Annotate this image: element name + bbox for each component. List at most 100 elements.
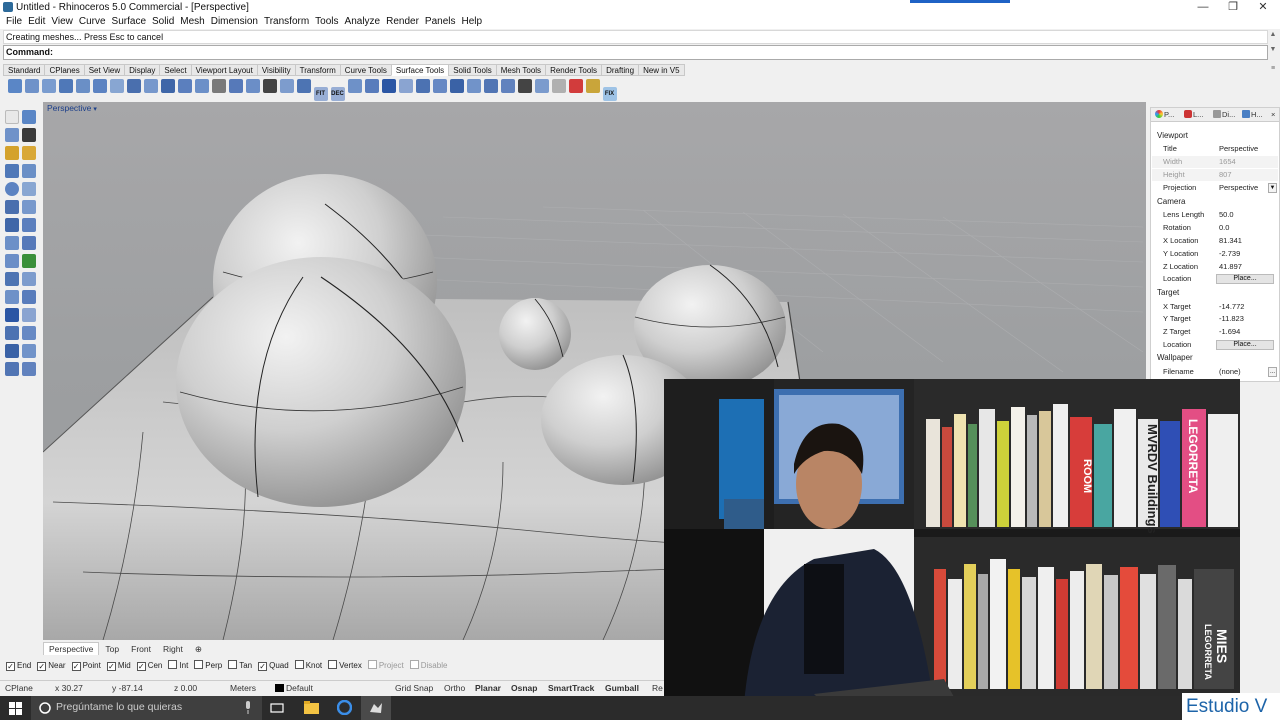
restore-button[interactable]: ❐ — [1218, 0, 1248, 15]
gumball-toggle[interactable]: Gumball — [605, 682, 639, 694]
fit-surface-icon[interactable]: FIT — [313, 87, 328, 101]
chamfer-icon[interactable] — [22, 236, 36, 250]
osnap-point[interactable]: ✓ Point — [71, 658, 101, 674]
mesh-sphere-icon[interactable] — [22, 218, 36, 232]
menu-analyze[interactable]: Analyze — [345, 15, 381, 29]
join-icon[interactable] — [517, 79, 532, 93]
title-field[interactable]: Perspective — [1219, 143, 1258, 155]
taskbar-search[interactable]: Pregúntame lo que quieras — [31, 696, 262, 720]
rotate-icon[interactable] — [5, 290, 19, 304]
wallpaper-filename-field[interactable]: (none) — [1219, 366, 1241, 378]
fillet-surface-icon[interactable] — [194, 79, 209, 93]
rectangle-icon[interactable] — [5, 164, 19, 178]
tab-render-tools[interactable]: Render Tools — [545, 64, 603, 76]
z-location-field[interactable]: 41.897 — [1219, 261, 1242, 273]
menu-panels[interactable]: Panels — [425, 15, 456, 29]
menu-view[interactable]: View — [51, 15, 73, 29]
layer-color-swatch[interactable] — [275, 684, 284, 692]
polyline-icon[interactable] — [5, 128, 19, 142]
tab-new-in-v5[interactable]: New in V5 — [638, 64, 685, 76]
menu-edit[interactable]: Edit — [28, 15, 45, 29]
tab-perspective[interactable]: Perspective — [43, 642, 100, 655]
polygon-icon[interactable] — [22, 164, 36, 178]
rhino-taskbar-button[interactable] — [361, 696, 391, 720]
point-icon[interactable] — [22, 110, 36, 124]
split-icon[interactable] — [466, 79, 481, 93]
revolve-icon[interactable] — [109, 79, 124, 93]
analysis-color-icon[interactable] — [568, 79, 583, 93]
tab-viewport-layout[interactable]: Viewport Layout — [190, 64, 258, 76]
menu-mesh[interactable]: Mesh — [180, 15, 204, 29]
box-icon[interactable] — [22, 182, 36, 196]
tab-properties[interactable]: P... — [1155, 109, 1174, 121]
boolean-icon[interactable] — [22, 200, 36, 214]
mesh-icon[interactable] — [551, 79, 566, 93]
tab-curve-tools[interactable]: Curve Tools — [339, 64, 392, 76]
arc-icon[interactable] — [22, 146, 36, 160]
surface-normals-icon[interactable] — [364, 79, 379, 93]
menu-curve[interactable]: Curve — [79, 15, 106, 29]
minimize-button[interactable]: — — [1188, 0, 1218, 15]
rotation-field[interactable]: 0.0 — [1219, 222, 1229, 234]
chevron-down-icon[interactable]: ▼ — [1268, 183, 1277, 193]
camera-icon[interactable] — [22, 344, 36, 358]
network-surface-icon[interactable] — [160, 79, 175, 93]
draft-angle-icon[interactable] — [415, 79, 430, 93]
tab-select[interactable]: Select — [159, 64, 192, 76]
projection-select[interactable]: Perspective — [1219, 182, 1258, 194]
tab-right[interactable]: Right — [157, 642, 189, 655]
curve-icon[interactable] — [22, 128, 36, 142]
select-arrow-icon[interactable] — [5, 110, 19, 124]
osnap-perp[interactable]: Perp — [194, 658, 222, 674]
tab-top[interactable]: Top — [99, 642, 125, 655]
osnap-mid[interactable]: ✓ Mid — [106, 658, 131, 674]
untrim-icon[interactable] — [500, 79, 515, 93]
rail-revolve-icon[interactable] — [126, 79, 141, 93]
tab-display[interactable]: Di... — [1213, 109, 1235, 121]
trim-icon[interactable] — [483, 79, 498, 93]
tab-surface-tools[interactable]: Surface Tools — [390, 64, 450, 76]
edge-browser-icon[interactable] — [337, 700, 352, 715]
osnap-int[interactable]: Int — [168, 658, 188, 674]
add-viewport-icon[interactable]: ⊕ — [189, 642, 208, 655]
edge-surface-icon[interactable] — [24, 79, 39, 93]
osnap-tan[interactable]: Tan — [228, 658, 252, 674]
tab-layers[interactable]: L... — [1184, 109, 1203, 121]
offset-surface-icon[interactable] — [228, 79, 243, 93]
tab-visibility[interactable]: Visibility — [256, 64, 296, 76]
osnap-end[interactable]: ✓ End — [6, 658, 31, 674]
render-preview-icon[interactable] — [22, 254, 36, 268]
viewport-menu-arrow-icon[interactable]: ▾ — [93, 106, 97, 113]
osnap-knot[interactable]: Knot — [294, 658, 322, 674]
tab-mesh-tools[interactable]: Mesh Tools — [495, 64, 547, 76]
planar-surface-icon[interactable] — [41, 79, 56, 93]
rebuild-icon[interactable] — [262, 79, 277, 93]
unroll-icon[interactable] — [347, 79, 362, 93]
merge-surface-icon[interactable] — [296, 79, 311, 93]
smarttrack-toggle[interactable]: SmartTrack — [548, 682, 594, 694]
cplane-label[interactable]: CPlane — [5, 682, 33, 694]
menu-help[interactable]: Help — [462, 15, 483, 29]
tab-cplanes[interactable]: CPlanes — [44, 64, 85, 76]
history-scroll-down-icon[interactable]: ▼ — [1268, 46, 1278, 60]
tab-standard[interactable]: Standard — [3, 64, 46, 76]
menu-render[interactable]: Render — [386, 15, 419, 29]
mirror-icon[interactable] — [5, 308, 19, 322]
sweep1-icon[interactable] — [75, 79, 90, 93]
microphone-icon[interactable] — [243, 701, 253, 715]
tab-transform[interactable]: Transform — [294, 64, 341, 76]
copy-icon[interactable] — [22, 272, 36, 286]
sphere-icon[interactable] — [5, 182, 19, 196]
tab-display[interactable]: Display — [124, 64, 161, 76]
sphere-small[interactable] — [499, 298, 571, 370]
menu-solid[interactable]: Solid — [152, 15, 174, 29]
group-icon[interactable] — [5, 362, 19, 376]
osnap-near[interactable]: ✓ Near — [37, 658, 66, 674]
zebra-icon[interactable] — [398, 79, 413, 93]
extend-surface-icon[interactable] — [177, 79, 192, 93]
windows-start-icon[interactable] — [9, 702, 22, 715]
layer-icon[interactable] — [22, 362, 36, 376]
camera-place-button[interactable]: Place... — [1216, 274, 1274, 284]
toolbar-options-icon[interactable]: ≡ — [1268, 65, 1278, 79]
osnap-cen[interactable]: ✓ Cen — [136, 658, 162, 674]
